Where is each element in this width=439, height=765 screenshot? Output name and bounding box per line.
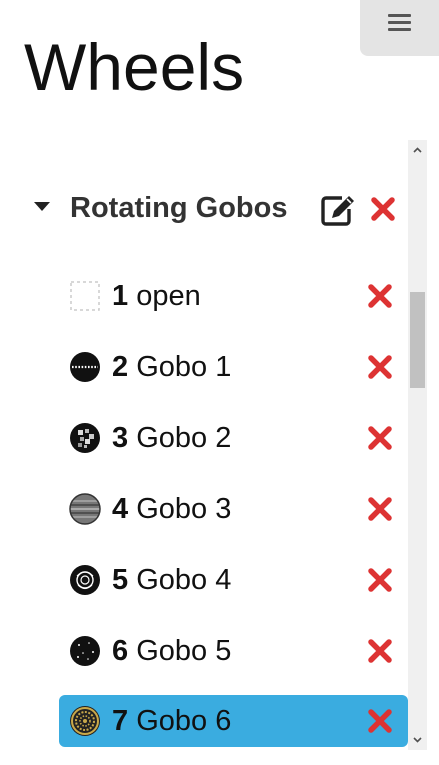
page-title: Wheels: [24, 30, 245, 104]
slot-label: 7 Gobo 6: [112, 705, 232, 737]
gobo-radial-icon: [70, 706, 100, 736]
gobo-squares-icon: [70, 423, 100, 453]
delete-slot-icon[interactable]: [367, 283, 393, 309]
wheel-list: Rotating Gobos 1 open 2 Gobo 1 3 Gobo 2 …: [0, 140, 408, 750]
slot-label: 6 Gobo 5: [112, 635, 232, 667]
delete-slot-icon[interactable]: [367, 496, 393, 522]
open-slot-icon: [70, 281, 100, 311]
delete-slot-icon[interactable]: [367, 638, 393, 664]
gobo-rose-icon: [70, 565, 100, 595]
slot-label: 2 Gobo 1: [112, 351, 232, 383]
caret-down-icon[interactable]: [34, 202, 50, 211]
slot-row[interactable]: 1 open: [59, 270, 408, 322]
edit-icon[interactable]: [320, 193, 356, 227]
slot-label: 1 open: [112, 280, 201, 312]
hamburger-menu-icon: [388, 14, 411, 32]
scroll-up-arrow-icon[interactable]: [408, 142, 427, 159]
wheel-header[interactable]: Rotating Gobos: [0, 190, 408, 230]
slot-label: 4 Gobo 3: [112, 493, 232, 525]
gobo-stripes-icon: [69, 493, 101, 525]
gobo-stars-icon: [70, 636, 100, 666]
slot-row[interactable]: 5 Gobo 4: [59, 554, 408, 606]
slot-row[interactable]: 3 Gobo 2: [59, 412, 408, 464]
gobo-dotted-line-icon: [70, 352, 100, 382]
wheels-screen: Wheels Rotating Gobos 1 open 2 Gobo 1 3 …: [0, 0, 439, 765]
delete-slot-icon[interactable]: [367, 708, 393, 734]
slot-row[interactable]: 2 Gobo 1: [59, 341, 408, 393]
delete-slot-icon[interactable]: [367, 354, 393, 380]
slot-row[interactable]: 4 Gobo 3: [59, 483, 408, 535]
delete-slot-icon[interactable]: [367, 567, 393, 593]
slot-label: 5 Gobo 4: [112, 564, 232, 596]
delete-wheel-icon[interactable]: [370, 196, 396, 222]
menu-button[interactable]: [360, 0, 439, 56]
scroll-down-arrow-icon[interactable]: [408, 731, 427, 748]
delete-slot-icon[interactable]: [367, 425, 393, 451]
vertical-scrollbar[interactable]: [408, 140, 427, 750]
slot-row[interactable]: 6 Gobo 5: [59, 625, 408, 677]
slot-label: 3 Gobo 2: [112, 422, 232, 454]
scrollbar-thumb[interactable]: [410, 292, 425, 388]
wheel-name: Rotating Gobos: [70, 192, 288, 224]
slot-row-selected[interactable]: 7 Gobo 6: [59, 695, 408, 747]
